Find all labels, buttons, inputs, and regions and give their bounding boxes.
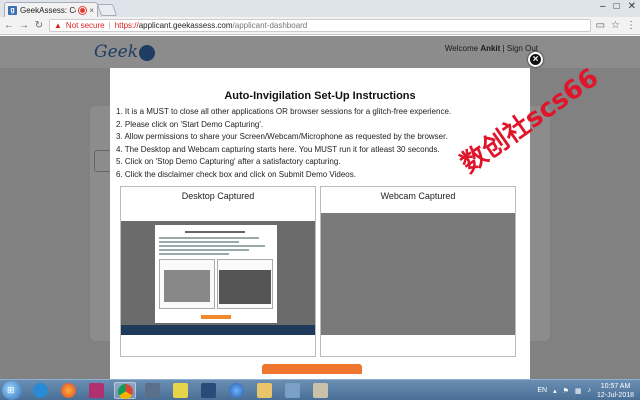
capture-line — [159, 253, 229, 255]
warning-icon: ▲ — [54, 21, 62, 30]
firefox2-icon[interactable] — [226, 382, 248, 399]
instruction-item: 1. It is a MUST to close all other appli… — [116, 107, 452, 116]
volume-icon[interactable]: ♪ — [588, 387, 592, 394]
capture-line — [159, 245, 265, 247]
paint-icon[interactable] — [310, 382, 332, 399]
desktop-panel-title: Desktop Captured — [181, 191, 255, 201]
sticky-icon[interactable] — [170, 382, 192, 399]
ie-glyph — [33, 383, 48, 398]
network-tray-icon[interactable]: ▦ — [575, 387, 582, 395]
player-icon[interactable] — [198, 382, 220, 399]
winrar-icon[interactable] — [86, 382, 108, 399]
clock[interactable]: 10:57 AM 12-Jul-2018 — [597, 382, 634, 400]
system-tray: EN ▴ ⚑ ▦ ♪ 10:57 AM 12-Jul-2018 — [537, 380, 640, 400]
geekassess-favicon-icon: g — [8, 5, 17, 15]
modal-title: Auto-Invigilation Set-Up Instructions — [224, 90, 416, 102]
reload-icon[interactable]: ↻ — [34, 20, 44, 31]
capture-webcam-dark — [219, 270, 271, 304]
url-path: /applicant-dashboard — [232, 21, 308, 30]
url-text: https://applicant.geekassess.com/applica… — [115, 21, 308, 30]
photos-glyph — [285, 383, 300, 398]
webcam-panel-title: Webcam Captured — [380, 191, 456, 201]
tab-close-icon[interactable]: × — [89, 6, 94, 15]
capture-line — [159, 249, 249, 251]
capture-title-line — [185, 231, 245, 233]
capture-orange-button — [201, 315, 231, 319]
flag-icon[interactable]: ⚑ — [563, 387, 569, 395]
cast-icon[interactable]: ▭ — [596, 20, 605, 31]
ie-icon[interactable] — [30, 382, 52, 399]
player-glyph — [201, 383, 216, 398]
desktop-captured-panel: Desktop Captured — [120, 186, 316, 357]
tab-title: GeekAssess: Compr — [20, 5, 76, 15]
firefox2-glyph — [229, 383, 244, 398]
webcam-captured-panel: Webcam Captured — [320, 186, 516, 357]
webcam-capture-video[interactable] — [321, 213, 515, 335]
clock-time: 10:57 AM — [600, 382, 631, 390]
windows-logo-icon: ⊞ — [7, 385, 15, 395]
start-demo-capturing-button[interactable] — [262, 364, 362, 374]
capture-line — [159, 237, 259, 239]
capture-nested — [164, 270, 210, 302]
instruction-item: 6. Click the disclaimer check box and cl… — [116, 169, 356, 179]
tab-strip: g GeekAssess: Compr × – □ ✕ — [0, 0, 640, 17]
chrome-glyph — [118, 384, 133, 399]
forward-icon[interactable]: → — [19, 20, 29, 31]
maximize-icon[interactable]: □ — [614, 1, 620, 12]
star-icon[interactable]: ☆ — [611, 20, 620, 31]
capture-webcam-box — [217, 259, 273, 309]
omnibox-separator: | — [108, 21, 111, 30]
winrar-glyph — [89, 383, 104, 398]
windows-taskbar: ⊞ EN ▴ ⚑ ▦ ♪ 10:57 AM 12-Jul-2018 — [0, 379, 640, 400]
language-indicator[interactable]: EN — [537, 387, 547, 394]
window-controls: – □ ✕ — [600, 1, 636, 12]
new-tab-button[interactable] — [96, 4, 118, 16]
minimize-icon[interactable]: – — [600, 1, 606, 12]
security-label: Not secure — [65, 21, 105, 30]
address-bar: ← → ↻ ▲ Not secure | https://applicant.g… — [0, 17, 640, 35]
clock-date: 12-Jul-2018 — [597, 391, 634, 399]
explorer-glyph — [257, 383, 272, 398]
close-window-icon[interactable]: ✕ — [628, 1, 636, 12]
network-icon[interactable] — [142, 382, 164, 399]
capture-taskbar — [121, 325, 315, 335]
back-icon[interactable]: ← — [4, 20, 14, 31]
network-glyph — [145, 383, 160, 398]
firefox-icon[interactable] — [58, 382, 80, 399]
url-input[interactable]: ▲ Not secure | https://applicant.geekass… — [49, 19, 591, 32]
url-scheme: https:// — [114, 21, 139, 30]
firefox-glyph — [61, 383, 76, 398]
tray-arrow-icon[interactable]: ▴ — [553, 387, 557, 395]
url-host: applicant.geekassess.com — [138, 21, 233, 30]
capture-modal-thumb — [155, 225, 277, 323]
recording-indicator-icon — [79, 6, 87, 14]
tab-geekassess[interactable]: g GeekAssess: Compr × — [4, 2, 98, 17]
chrome-icon[interactable] — [114, 382, 136, 399]
setup-instructions-modal: Auto-Invigilation Set-Up Instructions 1.… — [110, 68, 530, 379]
instruction-item: 2. Please click on 'Start Demo Capturing… — [116, 119, 264, 129]
paint-glyph — [313, 383, 328, 398]
browser-actions: ▭ ☆ ⋮ — [596, 20, 636, 31]
capture-line — [159, 241, 239, 243]
modal-close-button[interactable]: × — [528, 52, 543, 67]
start-orb-icon[interactable]: ⊞ — [2, 381, 22, 400]
capture-desktop-box — [159, 259, 215, 309]
sticky-glyph — [173, 383, 188, 398]
menu-icon[interactable]: ⋮ — [626, 20, 636, 31]
photos-icon[interactable] — [282, 382, 304, 399]
explorer-icon[interactable] — [254, 382, 276, 399]
desktop-capture-video[interactable] — [121, 213, 315, 335]
